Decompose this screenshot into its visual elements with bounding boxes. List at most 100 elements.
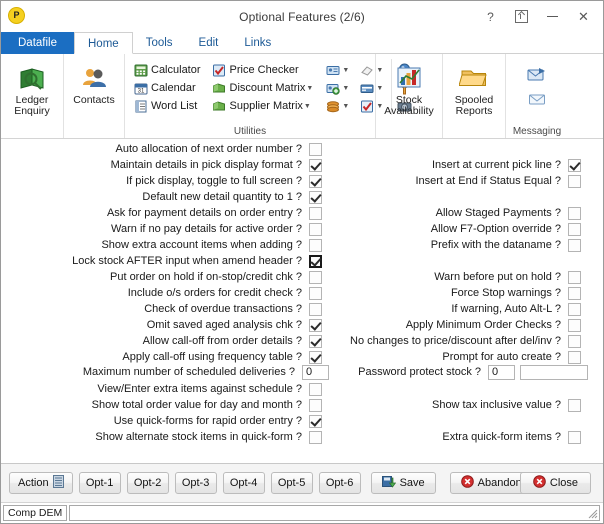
chevron-down-icon[interactable]: ▼ [341, 80, 350, 96]
checkbox-warn-before-hold[interactable] [568, 271, 581, 284]
label-password-protect-stock: Password protect stock ? [358, 366, 481, 378]
checkbox-warn-no-pay-details[interactable] [309, 223, 322, 236]
opt3-button[interactable]: Opt-3 [174, 472, 217, 494]
action-button[interactable]: Action [9, 472, 73, 494]
checkbox-omit-aged-analysis[interactable] [309, 319, 322, 332]
checkbox-extra-quick-form-items[interactable] [568, 431, 581, 444]
price-checker-button[interactable]: Price Checker [208, 61, 318, 79]
checkbox-auto-allocation[interactable] [309, 143, 322, 156]
label-prefix-dataname: Prefix with the dataname ? [430, 239, 561, 251]
open-mail-button[interactable] [527, 86, 547, 110]
ledger-enquiry-label-2: Enquiry [14, 105, 50, 117]
restore-button[interactable] [506, 3, 537, 31]
form-row-max-scheduled-deliveries: Maximum number of scheduled deliveries ?… [83, 365, 329, 380]
stack-button[interactable]: ▼ [321, 97, 353, 115]
tab-tools[interactable]: Tools [133, 32, 186, 54]
checkbox-show-tax-inclusive[interactable] [568, 399, 581, 412]
checkbox-allow-call-off[interactable] [309, 335, 322, 348]
form-row-allow-f7-override: Allow F7-Option override ? [431, 222, 581, 237]
send-mail-button[interactable] [527, 62, 547, 86]
checkbox-ask-payment-details[interactable] [309, 207, 322, 220]
add-contact-button[interactable]: ▼ [321, 79, 353, 97]
form-row-warn-no-pay-details: Warn if no pay details for active order … [111, 222, 322, 237]
ribbon-group-ledger: Ledger Enquiry [1, 54, 63, 138]
checkbox-show-total-order-value[interactable] [309, 399, 322, 412]
form-row-view-extra-items: View/Enter extra items against schedule … [97, 382, 322, 397]
spooled-reports-button[interactable]: Spooled Reports [447, 59, 501, 117]
form-row-default-quantity: Default new detail quantity to 1 ? [142, 190, 322, 205]
checkbox-check-overdue[interactable] [309, 303, 322, 316]
checkbox-auto-alt-l[interactable] [568, 303, 581, 316]
opt6-button[interactable]: Opt-6 [318, 472, 361, 494]
label-show-tax-inclusive: Show tax inclusive value ? [431, 399, 561, 411]
tab-edit[interactable]: Edit [186, 32, 232, 54]
stack-icon [324, 98, 341, 114]
checkbox-default-quantity[interactable] [309, 191, 322, 204]
chevron-down-icon[interactable]: ▼ [341, 98, 350, 114]
stock-availability-button[interactable]: Stock Availability [380, 59, 438, 117]
checkbox-show-alternate-stock[interactable] [309, 431, 322, 444]
form-row-apply-min-order-checks: Apply Minimum Order Checks ? [406, 318, 581, 333]
opt4-button[interactable]: Opt-4 [222, 472, 265, 494]
label-toggle-full-screen: If pick display, toggle to full screen ? [126, 175, 302, 187]
label-force-stop-warnings: Force Stop warnings ? [450, 287, 561, 299]
checkbox-allow-f7-override[interactable] [568, 223, 581, 236]
checkbox-no-changes-price-discount[interactable] [568, 335, 581, 348]
opt5-button[interactable]: Opt-5 [270, 472, 313, 494]
form-row-prompt-auto-create: Prompt for auto create ? [442, 350, 581, 365]
contact-card-button[interactable]: ▼ [321, 61, 353, 79]
checkbox-toggle-full-screen[interactable] [309, 175, 322, 188]
checkbox-prompt-auto-create[interactable] [568, 351, 581, 364]
window-controls: ? ✕ [475, 1, 599, 32]
label-ask-payment-details: Ask for payment details on order entry ? [106, 207, 302, 219]
opt1-button[interactable]: Opt-1 [78, 472, 121, 494]
tab-links[interactable]: Links [231, 32, 284, 54]
input-max-scheduled-deliveries[interactable]: 0 [302, 365, 329, 380]
price-checker-icon [211, 62, 228, 78]
input-password-protect-stock-name[interactable] [520, 365, 588, 380]
tab-home[interactable]: Home [74, 32, 133, 54]
save-button[interactable]: Save [370, 472, 436, 494]
checkbox-lock-stock[interactable] [309, 255, 322, 268]
checkbox-put-order-on-hold[interactable] [309, 271, 322, 284]
close-window-button[interactable]: ✕ [568, 3, 599, 31]
discount-matrix-button[interactable]: Discount Matrix ▼ [208, 79, 318, 97]
checkbox-maintain-details[interactable] [309, 159, 322, 172]
question-mark-icon: ? [487, 9, 494, 24]
checkbox-insert-current-pick-line[interactable] [568, 159, 581, 172]
checkbox-show-extra-account-items[interactable] [309, 239, 322, 252]
ledger-enquiry-button[interactable]: Ledger Enquiry [5, 59, 59, 117]
checkbox-view-extra-items[interactable] [309, 383, 322, 396]
checkbox-allow-staged-payments[interactable] [568, 207, 581, 220]
chevron-down-icon[interactable]: ▼ [341, 62, 350, 78]
checkbox-prefix-dataname[interactable] [568, 239, 581, 252]
supplier-matrix-button[interactable]: Supplier Matrix ▼ [208, 97, 318, 115]
calculator-button[interactable]: Calculator [129, 61, 204, 79]
calendar-button[interactable]: 31 Calendar [129, 79, 204, 97]
help-button[interactable]: ? [475, 3, 506, 31]
checkbox-force-stop-warnings[interactable] [568, 287, 581, 300]
chevron-down-icon[interactable]: ▼ [303, 98, 312, 114]
checkbox-apply-min-order-checks[interactable] [568, 319, 581, 332]
input-password-protect-stock-code[interactable]: 0 [488, 365, 515, 380]
restore-icon [515, 10, 528, 23]
chevron-down-icon[interactable]: ▼ [305, 80, 314, 96]
app-logo-icon: P [8, 7, 25, 24]
word-list-button[interactable]: Word List [129, 97, 204, 115]
list-icon [52, 475, 64, 491]
checkbox-apply-call-off[interactable] [309, 351, 322, 364]
abandon-label: Abandon [477, 477, 522, 489]
label-warn-before-hold: Warn before put on hold ? [434, 271, 561, 283]
checkbox-use-quick-forms[interactable] [309, 415, 322, 428]
label-allow-call-off: Allow call-off from order details ? [142, 335, 302, 347]
close-button[interactable]: Close [519, 472, 591, 494]
calculator-icon [132, 62, 149, 78]
form-row-check-overdue: Check of overdue transactions ? [144, 302, 322, 317]
contacts-button[interactable]: Contacts [68, 59, 120, 106]
resize-grip-icon[interactable] [588, 509, 598, 519]
minimize-button[interactable] [537, 3, 568, 31]
opt2-button[interactable]: Opt-2 [126, 472, 169, 494]
checkbox-include-os-orders[interactable] [309, 287, 322, 300]
tab-datafile[interactable]: Datafile [1, 32, 74, 54]
checkbox-insert-end-status-equal[interactable] [568, 175, 581, 188]
